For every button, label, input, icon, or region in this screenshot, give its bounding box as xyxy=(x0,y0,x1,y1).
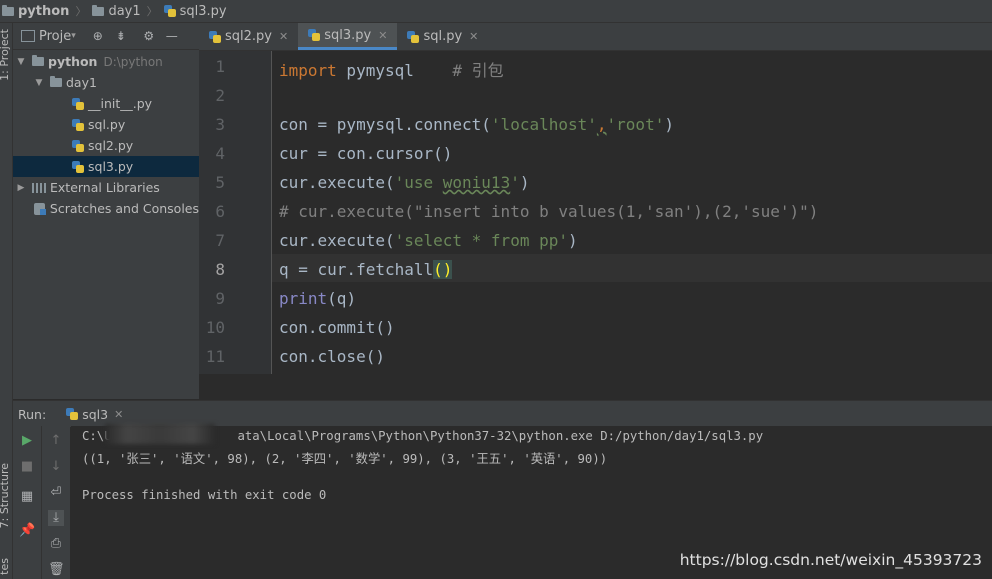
close-icon[interactable]: ✕ xyxy=(469,30,478,43)
code-line-3: con = pymysql.connect('localhost','root'… xyxy=(279,115,674,134)
expand-arrow-icon[interactable]: ▼ xyxy=(15,57,27,67)
folder-icon xyxy=(92,4,105,16)
project-tool-tab[interactable]: 1: Project xyxy=(0,29,11,81)
code-line-5: cur.execute('use woniu13') xyxy=(279,173,530,192)
stop-icon[interactable]: ■ xyxy=(19,459,35,475)
breadcrumb-root[interactable]: python xyxy=(0,4,71,19)
line-number: 7 xyxy=(215,231,225,250)
redaction-blur xyxy=(105,424,215,444)
breadcrumb: python 〉 day1 〉 sql3.py xyxy=(0,0,992,23)
breadcrumb-folder[interactable]: day1 xyxy=(90,4,142,19)
line-number-current: 8 xyxy=(215,260,225,279)
line-number: 6 xyxy=(215,202,225,221)
run-panel-header: Run: sql3 ✕ xyxy=(13,400,992,427)
breadcrumb-separator-icon: 〉 xyxy=(75,5,87,18)
editor-tab-bar: sql2.py ✕ sql3.py ✕ sql.py ✕ xyxy=(199,23,992,51)
run-tab-sql3[interactable]: sql3 ✕ xyxy=(66,407,123,422)
line-number: 5 xyxy=(215,173,225,192)
code-line-4: cur = con.cursor() xyxy=(279,144,453,163)
run-toolbar-secondary: ↑ ↓ ⏎ ⤓ ⎙ 🗑 xyxy=(42,426,70,579)
code-line-1: import pymysql # 引包 xyxy=(279,61,504,80)
line-number: 3 xyxy=(215,115,225,134)
folder-icon xyxy=(50,76,62,87)
line-number: 2 xyxy=(215,86,225,105)
console-line: Process finished with exit code 0 xyxy=(82,488,327,502)
code-line-8: q = cur.fetchall() xyxy=(279,260,453,279)
line-number: 4 xyxy=(215,144,225,163)
project-view-icon xyxy=(21,30,35,42)
tree-item-day1[interactable]: ▼ day1 xyxy=(13,72,199,93)
python-file-icon xyxy=(72,97,84,110)
close-icon[interactable]: ✕ xyxy=(279,30,288,43)
hide-panel-icon[interactable]: — xyxy=(164,28,180,44)
python-file-icon xyxy=(72,139,84,152)
line-number: 10 xyxy=(205,318,225,337)
python-file-icon xyxy=(163,5,176,17)
left-tool-strip: 1: Project 7: Structure tes xyxy=(0,23,13,579)
tree-item-sql3-py[interactable]: sql3.py xyxy=(13,156,199,177)
tab-sql3-py[interactable]: sql3.py ✕ xyxy=(298,23,398,50)
tree-item-python[interactable]: ▼ python D:\python xyxy=(13,51,199,72)
tree-item-init-py[interactable]: __init__.py xyxy=(13,93,199,114)
scroll-to-end-icon[interactable]: ⤓ xyxy=(48,510,64,526)
layout-icon[interactable]: ▦ xyxy=(19,489,35,505)
console-line: ((1, '张三', '语文', 98), (2, '李四', '数学', 99… xyxy=(82,452,608,466)
tree-item-sql-py[interactable]: sql.py xyxy=(13,114,199,135)
rerun-icon[interactable]: ▶ xyxy=(19,433,35,449)
chevron-down-icon[interactable]: ▾ xyxy=(71,31,76,41)
favorites-tool-tab[interactable]: tes xyxy=(0,558,11,575)
code-line-7: cur.execute('select * from pp') xyxy=(279,231,578,250)
tab-sql-py[interactable]: sql.py ✕ xyxy=(397,23,488,50)
line-number-gutter: 1 2 3 4 5 6 7 8 9 10 11 xyxy=(199,51,272,374)
line-number: 9 xyxy=(215,289,225,308)
python-file-icon xyxy=(209,30,221,43)
code-line-10: con.commit() xyxy=(279,318,395,337)
arrow-up-icon[interactable]: ↑ xyxy=(48,433,64,449)
code-line-6: # cur.execute("insert into b values(1,'s… xyxy=(279,202,819,221)
expand-arrow-icon[interactable]: ▶ xyxy=(15,183,27,193)
project-panel-header: Proje ▾ ⊕ ⇟ ⚙ — xyxy=(13,23,199,50)
trash-icon[interactable]: 🗑 xyxy=(48,562,65,578)
python-file-icon xyxy=(407,30,420,43)
structure-tool-tab[interactable]: 7: Structure xyxy=(0,463,11,528)
collapse-all-icon[interactable]: ⇟ xyxy=(113,28,129,44)
soft-wrap-icon[interactable]: ⏎ xyxy=(48,485,64,501)
folder-icon xyxy=(2,4,14,16)
python-file-icon xyxy=(308,29,321,41)
line-number: 1 xyxy=(215,57,225,76)
close-icon[interactable]: ✕ xyxy=(114,408,123,421)
close-icon[interactable]: ✕ xyxy=(378,29,387,42)
pin-icon[interactable]: 📌 xyxy=(19,523,35,539)
watermark: https://blog.csdn.net/weixin_45393723 xyxy=(679,551,982,569)
editor-bottom-space xyxy=(199,374,992,400)
print-icon[interactable]: ⎙ xyxy=(48,536,64,552)
library-icon xyxy=(32,182,46,193)
expand-arrow-icon[interactable]: ▼ xyxy=(33,78,45,88)
code-editor[interactable]: 1 2 3 4 5 6 7 8 9 10 11 import pymysql #… xyxy=(199,51,992,374)
folder-icon xyxy=(32,55,44,66)
gear-icon[interactable]: ⚙ xyxy=(141,28,157,44)
project-view-selector[interactable]: Proje xyxy=(39,29,71,44)
tree-item-external-libraries[interactable]: ▶ External Libraries xyxy=(13,177,199,198)
locate-icon[interactable]: ⊕ xyxy=(90,28,106,44)
line-number: 11 xyxy=(205,347,225,366)
python-file-icon xyxy=(66,408,79,420)
code-line-11: con.close() xyxy=(279,347,385,366)
tab-sql2-py[interactable]: sql2.py ✕ xyxy=(199,23,298,50)
breadcrumb-separator-icon: 〉 xyxy=(146,5,158,18)
python-file-icon xyxy=(72,160,84,173)
scratches-icon xyxy=(34,202,46,215)
tree-item-scratches[interactable]: Scratches and Consoles xyxy=(13,198,199,219)
arrow-down-icon[interactable]: ↓ xyxy=(48,459,64,475)
run-toolbar-primary: ▶ ■ ▦ 📌 xyxy=(13,426,42,579)
tree-item-sql2-py[interactable]: sql2.py xyxy=(13,135,199,156)
python-file-icon xyxy=(72,118,84,131)
project-panel: Proje ▾ ⊕ ⇟ ⚙ — ▼ python D:\python ▼ day… xyxy=(13,23,199,399)
code-line-9: print(q) xyxy=(279,289,357,308)
breadcrumb-file[interactable]: sql3.py xyxy=(162,4,229,19)
